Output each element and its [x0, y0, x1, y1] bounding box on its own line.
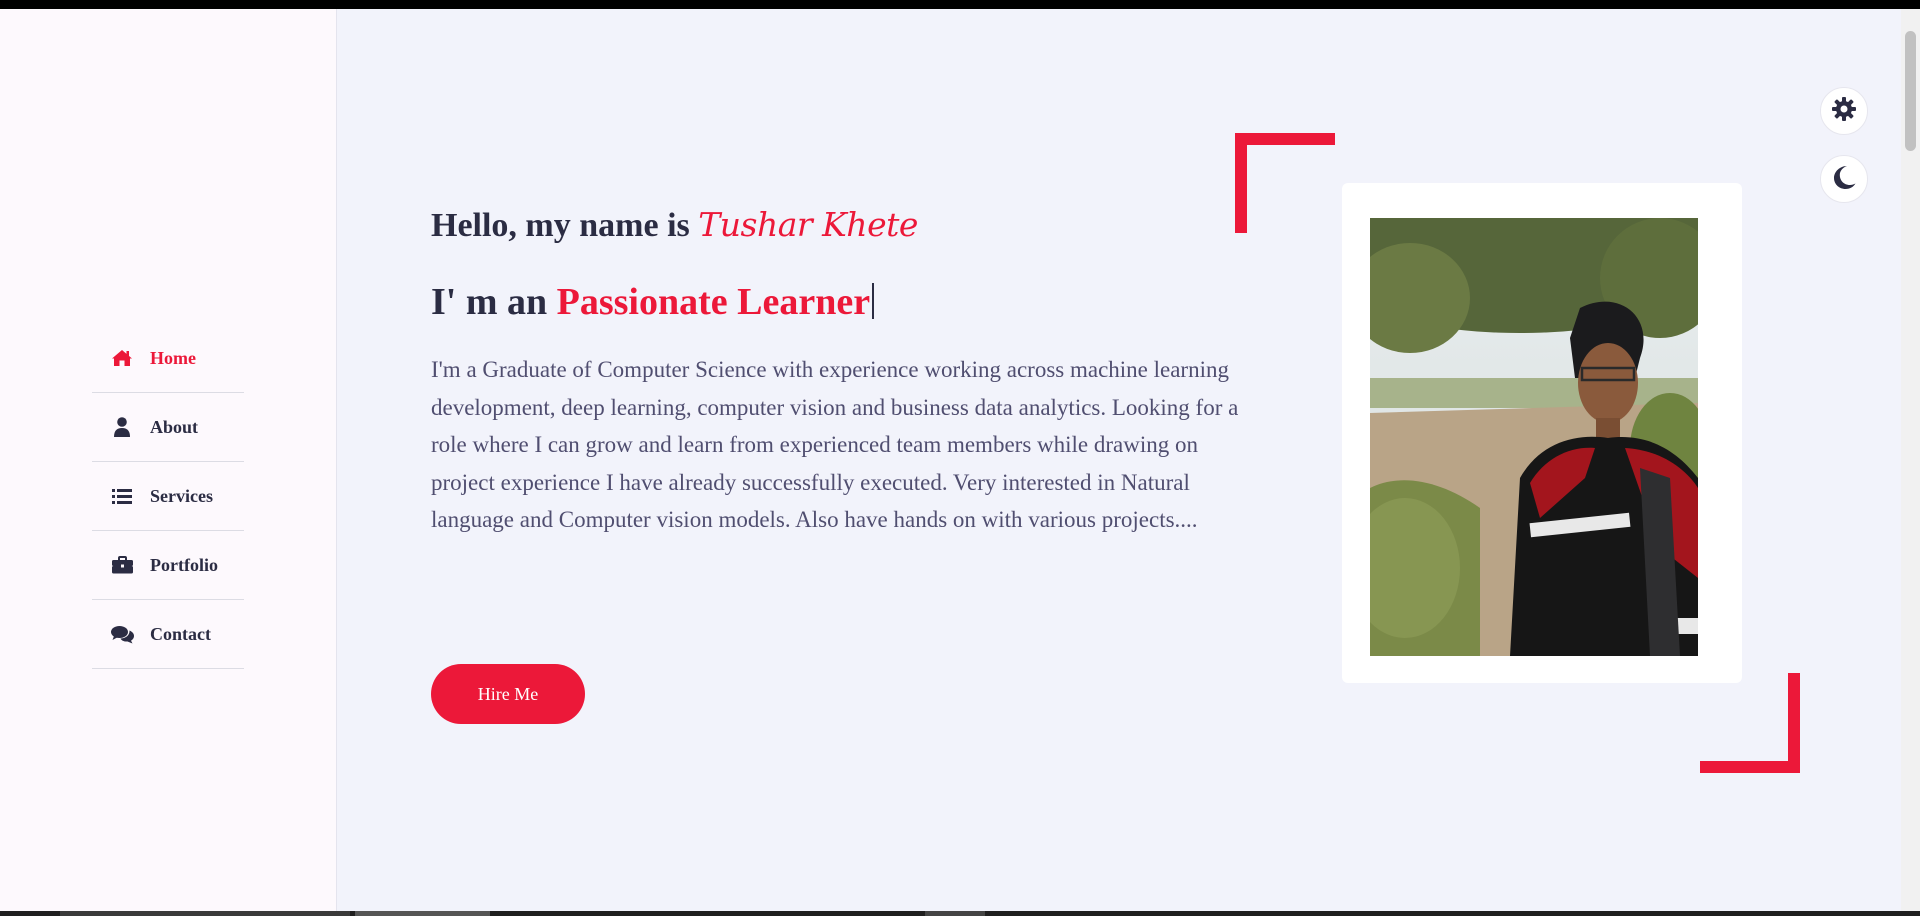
name-text: Tushar Khete	[698, 205, 918, 244]
sidebar: Home About Services Portfolio Contact	[0, 9, 337, 911]
nav-item-label: Home	[150, 347, 196, 368]
role-prefix: I' m an	[431, 281, 548, 323]
hire-me-button[interactable]: Hire Me	[431, 664, 585, 724]
list-icon	[110, 485, 134, 507]
nav-item-home[interactable]: Home	[92, 324, 244, 393]
scrollbar-thumb[interactable]	[1905, 31, 1916, 151]
nav-item-contact[interactable]: Contact	[92, 600, 244, 669]
nav-item-label: About	[150, 416, 199, 437]
vertical-scrollbar[interactable]	[1901, 9, 1920, 911]
nav-item-about[interactable]: About	[92, 393, 244, 462]
gear-icon	[1831, 96, 1857, 127]
nav-item-label: Services	[150, 485, 213, 506]
settings-button[interactable]	[1820, 87, 1868, 135]
user-icon	[110, 416, 134, 438]
decorative-corner-top-left	[1235, 133, 1335, 233]
nav-item-label: Portfolio	[150, 554, 218, 575]
nav-item-label: Contact	[150, 623, 211, 644]
browser-bottom-bar	[0, 911, 1920, 916]
browser-top-bar	[0, 0, 1920, 9]
comments-icon	[110, 623, 134, 645]
theme-toggle-button[interactable]	[1820, 155, 1868, 203]
role-typed-text: Passionate Learner	[556, 281, 871, 323]
typing-caret	[872, 283, 875, 319]
home-icon	[110, 347, 134, 369]
nav-item-services[interactable]: Services	[92, 462, 244, 531]
moon-icon	[1831, 164, 1857, 195]
role-heading: I' m an Passionate Learner	[431, 280, 875, 324]
nav-item-portfolio[interactable]: Portfolio	[92, 531, 244, 600]
greeting-text: Hello, my name is	[431, 207, 690, 244]
profile-photo	[1370, 218, 1698, 656]
main-nav: Home About Services Portfolio Contact	[92, 324, 244, 669]
greeting-heading: Hello, my name is Tushar Khete	[431, 205, 918, 245]
profile-photo-card	[1342, 183, 1742, 683]
decorative-corner-bottom-right	[1700, 673, 1800, 773]
briefcase-icon	[110, 554, 134, 576]
bio-paragraph: I'm a Graduate of Computer Science with …	[431, 357, 1239, 532]
